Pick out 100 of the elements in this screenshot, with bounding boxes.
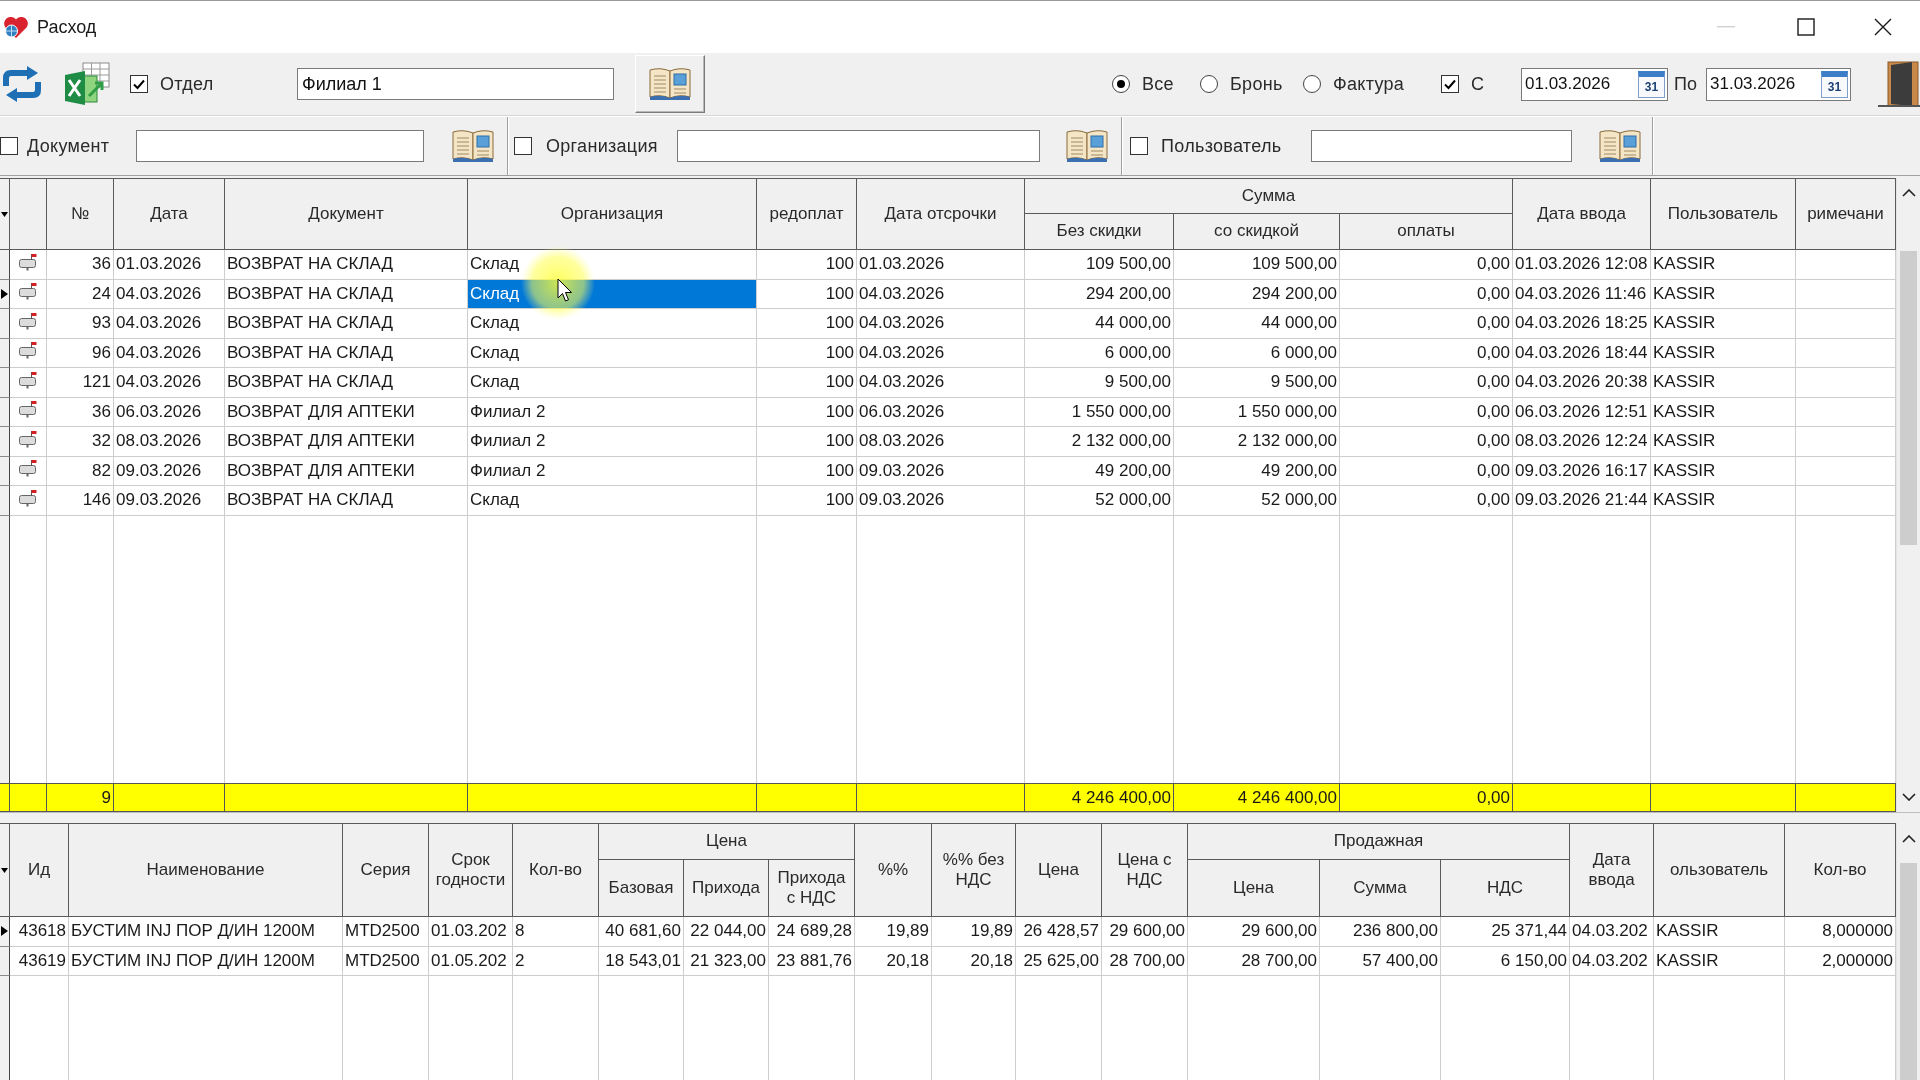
checkbox-label: Пользователь [1161,135,1282,157]
date-field[interactable]: 31.03.2026 31 [1706,67,1851,101]
mailbox-icon [18,282,38,301]
table-cell: 0,00 [1340,397,1513,427]
refresh-icon[interactable] [0,65,44,103]
table-cell: 04.03.2026 [114,279,225,309]
table-cell: 20,18 [932,946,1017,976]
table-cell: KASSIR [1651,338,1796,368]
scrollbar-thumb[interactable] [1900,251,1917,545]
close-icon[interactable] [1874,18,1892,36]
table-cell: 100 [757,368,857,398]
table-cell: 04.03.2026 18:25 [1513,309,1651,339]
scrollbar-thumb[interactable] [1900,863,1918,1080]
table-cell: 44 000,00 [1174,309,1340,339]
date-field[interactable]: 01.03.2026 31 [1521,67,1668,101]
spreadsheet-icon[interactable] [63,62,111,106]
table-cell: Склад [468,368,757,398]
radio-button[interactable] [1303,75,1321,93]
table-cell: 04.03.202 [1570,917,1655,947]
column-group-header: Сумма [1025,178,1513,214]
checkbox[interactable] [1130,137,1148,155]
table-cell: Склад [468,338,757,368]
mailbox-icon [18,252,38,271]
book-icon[interactable] [451,129,495,163]
table-cell: 04.03.2026 18:44 [1513,338,1651,368]
table-cell: 6 000,00 [1025,338,1174,368]
column-header: Прихода [684,860,769,917]
table-cell: 04.03.2026 [857,368,1025,398]
table-cell: 146 [47,486,114,516]
table-cell: 36 [47,397,114,427]
table-cell: 06.03.2026 [857,397,1025,427]
table-cell: 49 200,00 [1174,456,1340,486]
caret-icon [1,211,8,217]
text-field[interactable] [136,130,424,162]
table-cell: 9 500,00 [1025,368,1174,398]
radio-button[interactable] [1112,75,1130,93]
chevron-up-icon[interactable] [1901,835,1916,843]
table-cell: 100 [757,338,857,368]
book-icon [648,67,692,101]
checkbox[interactable] [0,137,18,155]
table-cell: 29 600,00 [1102,917,1189,947]
checkbox[interactable] [1441,75,1459,93]
text-field[interactable]: Филиал 1 [297,68,614,100]
column-header: ользователь [1654,823,1786,917]
table-cell: 0,00 [1340,456,1513,486]
text-field[interactable] [677,130,1040,162]
table-cell: Филиал 2 [468,427,757,457]
table-cell: ВОЗВРАТ НА СКЛАД [225,486,468,516]
table-cell: KASSIR [1651,279,1796,309]
column-header: Дата ввода [1570,823,1655,917]
table-cell: 100 [757,397,857,427]
table-cell: 24 [47,279,114,309]
column-header: %% без НДС [932,823,1017,917]
book-icon[interactable] [1598,129,1642,163]
checkbox-label: Отдел [160,73,214,95]
table-cell: 0,00 [1340,486,1513,516]
table-cell: БУСТИМ INJ ПОР Д/ИН 1200М [69,946,343,976]
table-cell: ВОЗВРАТ ДЛЯ АПТЕКИ [225,397,468,427]
table-cell: 6 000,00 [1174,338,1340,368]
calendar-button[interactable]: 31 [1638,70,1665,98]
column-header: Без скидки [1025,214,1174,250]
table-cell: 32 [47,427,114,457]
book-icon[interactable] [1065,129,1109,163]
column-header: оплаты [1340,214,1513,250]
table-cell: 19,89 [932,917,1017,947]
table-cell: 52 000,00 [1174,486,1340,516]
table-cell: Склад [468,486,757,516]
checkbox[interactable] [130,75,148,93]
column-group-header: Цена [599,823,856,860]
maximize-icon[interactable] [1797,18,1815,36]
date-label: По [1674,73,1698,95]
mailbox-icon [18,429,38,448]
table-cell: 43619 [10,946,69,976]
table-cell: KASSIR [1651,456,1796,486]
text-field[interactable] [1311,130,1572,162]
book-button[interactable] [635,55,705,113]
total-cell: 9 [47,783,114,812]
radio-button[interactable] [1200,75,1218,93]
checkbox[interactable] [514,137,532,155]
chevron-up-icon[interactable] [1901,189,1916,197]
table-cell: 0,00 [1340,338,1513,368]
door-icon[interactable] [1876,60,1920,108]
chevron-down-icon[interactable] [1901,793,1916,801]
table-cell: Филиал 2 [468,397,757,427]
calendar-button[interactable]: 31 [1821,70,1848,98]
table-cell: 40 681,60 [599,917,684,947]
column-header: НДС [1441,860,1571,917]
table-cell: 09.03.2026 [114,486,225,516]
column-header: Наименование [69,823,343,917]
table-cell: 100 [757,309,857,339]
table-cell: 121 [47,368,114,398]
table-cell: 0,00 [1340,250,1513,280]
table-cell: 0,00 [1340,368,1513,398]
table-cell: 49 200,00 [1025,456,1174,486]
table-cell: 28 700,00 [1102,946,1189,976]
table-cell: MTD2500 [343,917,429,947]
table-cell: KASSIR [1651,397,1796,427]
checkbox-label: С [1471,73,1485,95]
table-cell: 09.03.2026 21:44 [1513,486,1651,516]
column-header: Прихода с НДС [769,860,856,917]
